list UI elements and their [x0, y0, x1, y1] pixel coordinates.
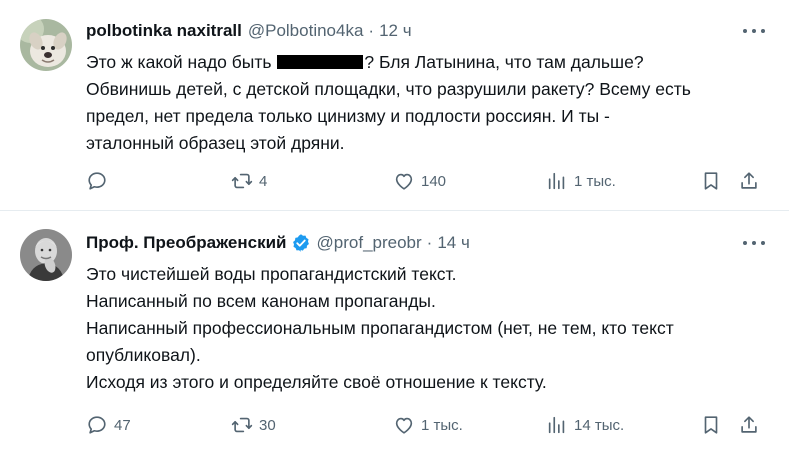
- like-button[interactable]: 140: [393, 170, 446, 192]
- views-icon: [546, 170, 568, 192]
- reply-count: 47: [114, 416, 131, 434]
- share-button[interactable]: [738, 170, 760, 192]
- verified-icon: [292, 234, 309, 252]
- portrait-avatar-image: [20, 229, 72, 281]
- tweet-text-line: предел, нет предела только цинизму и под…: [86, 106, 610, 126]
- author-name[interactable]: Проф. Преображенский: [86, 233, 287, 253]
- like-icon: [393, 170, 415, 192]
- tweet-header: polbotinka naxitrall @Polbotino4ka · 12 …: [86, 21, 412, 41]
- bookmark-button[interactable]: [700, 170, 722, 192]
- views-count: 14 тыс.: [574, 416, 625, 434]
- tweet-text-line: Написанный профессиональным пропагандист…: [86, 318, 674, 338]
- tweet-text-line: Исходя из этого и определяйте своё отнош…: [86, 372, 547, 392]
- views-button[interactable]: 14 тыс.: [546, 414, 624, 436]
- like-button[interactable]: 1 тыс.: [393, 414, 463, 436]
- separator-dot: ·: [426, 233, 433, 252]
- repost-button[interactable]: 4: [231, 170, 267, 192]
- author-handle[interactable]: @Polbotino4ka: [248, 21, 364, 41]
- repost-icon: [231, 170, 253, 192]
- views-button[interactable]: 1 тыс.: [546, 170, 616, 192]
- reply-button[interactable]: [86, 170, 114, 192]
- more-icon[interactable]: [743, 238, 765, 248]
- tweet-text: Это ж какой надо быть ? Бля Латынина, чт…: [86, 49, 766, 157]
- repost-button[interactable]: 30: [231, 414, 276, 436]
- bookmark-button[interactable]: [700, 414, 722, 436]
- reply-button[interactable]: 47: [86, 414, 131, 436]
- redaction-bar: [277, 55, 364, 69]
- timestamp[interactable]: 12 ч: [379, 21, 412, 41]
- like-icon: [393, 414, 415, 436]
- share-icon: [738, 414, 760, 436]
- dog-avatar-image: [20, 19, 72, 71]
- tweet-text-line: Обвинишь детей, с детской площадки, что …: [86, 79, 691, 99]
- bookmark-icon: [700, 170, 722, 192]
- share-icon: [738, 170, 760, 192]
- tweet-text-line: ? Бля Латынина, что там дальше?: [364, 52, 644, 72]
- like-count: 1 тыс.: [421, 416, 463, 434]
- repost-count: 4: [259, 172, 268, 190]
- author-name[interactable]: polbotinka naxitrall: [86, 21, 242, 41]
- share-button[interactable]: [738, 414, 760, 436]
- avatar[interactable]: [20, 19, 72, 71]
- reply-icon: [86, 170, 108, 192]
- separator-dot: ·: [368, 21, 375, 40]
- tweet-text-line: эталонный образец этой дряни.: [86, 133, 345, 153]
- bookmark-icon: [700, 414, 722, 436]
- like-count: 140: [421, 172, 447, 190]
- repost-count: 30: [259, 416, 276, 434]
- reply-icon: [86, 414, 108, 436]
- tweet-card[interactable]: Проф. Преображенский @prof_preobr · 14 ч…: [0, 211, 789, 453]
- action-bar: 4 140 1 тыс.: [86, 170, 766, 196]
- views-count: 1 тыс.: [574, 172, 616, 190]
- repost-icon: [231, 414, 253, 436]
- timestamp[interactable]: 14 ч: [437, 233, 470, 253]
- author-handle[interactable]: @prof_preobr: [317, 233, 422, 253]
- tweet-text-line: опубликовал).: [86, 345, 201, 365]
- avatar[interactable]: [20, 229, 72, 281]
- views-icon: [546, 414, 568, 436]
- tweet-text-line: Написанный по всем канонам пропаганды.: [86, 291, 436, 311]
- tweet-card[interactable]: polbotinka naxitrall @Polbotino4ka · 12 …: [0, 0, 789, 211]
- tweet-text: Это чистейшей воды пропагандистский текс…: [86, 261, 766, 396]
- tweet-header: Проф. Преображенский @prof_preobr · 14 ч: [86, 233, 470, 253]
- tweet-text-line: Это ж какой надо быть: [86, 52, 272, 72]
- more-icon[interactable]: [743, 26, 765, 36]
- action-bar: 47 30 1 тыс. 14 тыс.: [86, 414, 766, 440]
- tweet-text-line: Это чистейшей воды пропагандистский текс…: [86, 264, 457, 284]
